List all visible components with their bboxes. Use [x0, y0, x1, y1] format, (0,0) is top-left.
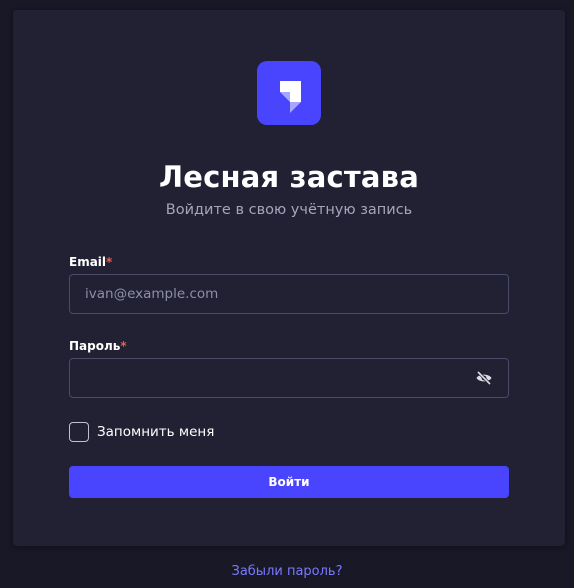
- password-label: Пароль*: [69, 339, 127, 353]
- password-field[interactable]: [69, 358, 509, 398]
- page-subtitle: Войдите в свою учётную запись: [165, 202, 413, 218]
- password-label-text: Пароль: [69, 339, 121, 353]
- login-button[interactable]: Войти: [69, 466, 509, 498]
- required-mark: *: [120, 339, 127, 353]
- login-card: Лесная застава Войдите в свою учётную за…: [13, 10, 565, 546]
- email-field[interactable]: [69, 274, 509, 314]
- required-mark: *: [106, 255, 113, 269]
- email-label: Email*: [69, 255, 112, 269]
- forgot-password-link[interactable]: Забыли пароль?: [0, 564, 574, 579]
- remember-me-row[interactable]: Запомнить меня: [69, 422, 214, 442]
- email-label-text: Email: [69, 255, 107, 269]
- strapi-logo-icon: [257, 61, 321, 125]
- page-title: Лесная застава: [159, 160, 419, 194]
- eye-off-icon[interactable]: [475, 369, 493, 387]
- remember-me-label: Запомнить меня: [97, 424, 215, 440]
- remember-me-checkbox[interactable]: [69, 422, 89, 442]
